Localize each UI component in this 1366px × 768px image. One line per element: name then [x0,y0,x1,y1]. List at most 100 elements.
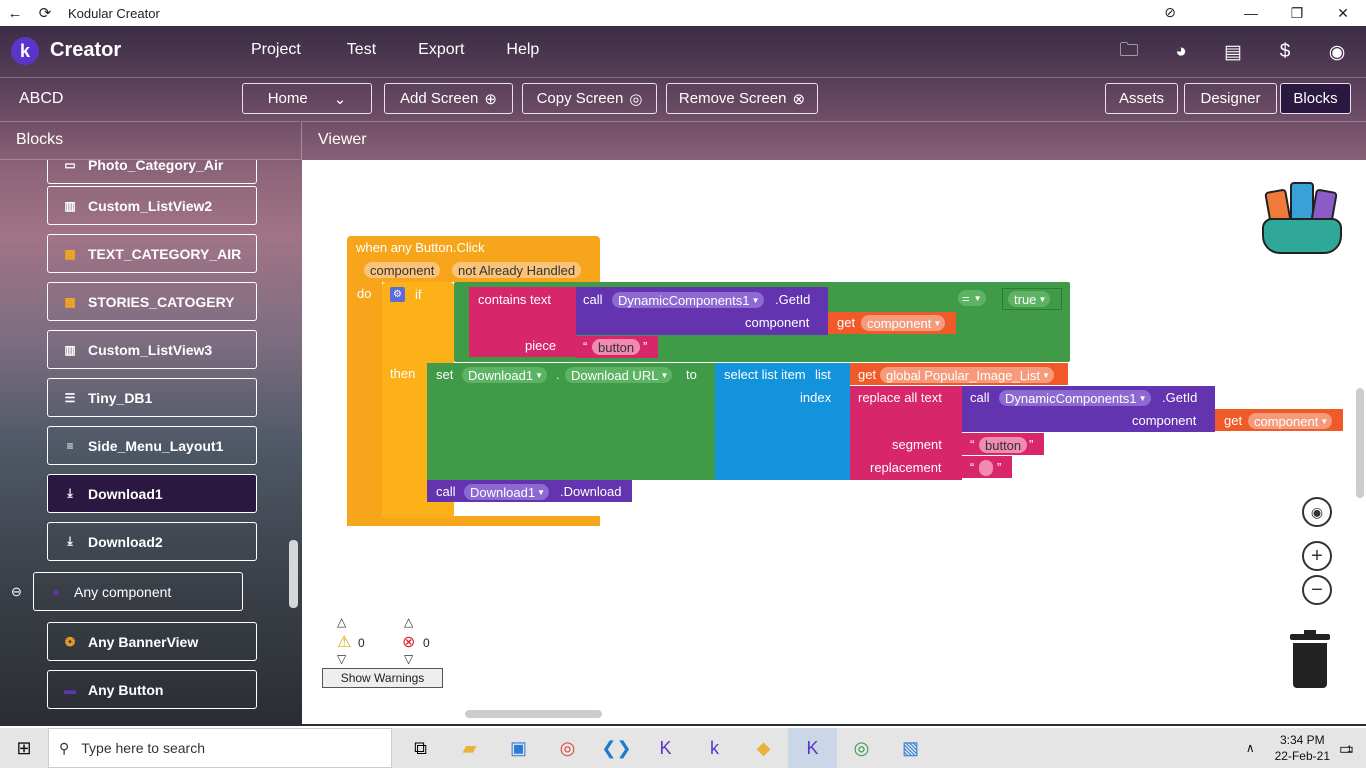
clock[interactable]: 3:34 PM 22-Feb-21 [1275,732,1330,764]
global-var-dropdown[interactable]: global Popular_Image_List ▼ [880,367,1054,383]
menu-help[interactable]: Help [506,41,539,59]
event-header: when any Button.Click [356,240,485,255]
workspace-horizontal-scrollbar[interactable] [465,710,602,718]
error-down-arrow-icon[interactable]: ▽ [404,652,413,666]
search-placeholder: Type here to search [81,740,206,756]
plus-circle-icon: ⊕ [484,90,497,108]
segment-string-value[interactable]: button [979,437,1028,453]
collapse-minus-icon[interactable]: ⊖ [11,584,22,600]
get-var-dropdown[interactable]: component ▼ [861,315,946,331]
star-folder-icon[interactable]: 🗀 [1116,39,1142,65]
account-icon[interactable]: ◉ [1324,39,1350,65]
error-up-arrow-icon[interactable]: △ [404,615,413,629]
sidebar-item-any-button[interactable]: ▬ Any Button [47,670,257,709]
contains-text-label: contains text [478,292,551,307]
warning-up-arrow-icon[interactable]: △ [337,615,346,629]
chrome-profile-icon[interactable]: ◎ [837,728,886,768]
sidebar-item-side-menu-layout1[interactable]: ≡ Side_Menu_Layout1 [47,426,257,465]
hidden-eye-icon[interactable]: ⊘ [1164,4,1176,21]
sidebar-item-photo-category[interactable]: ▭ Photo_Category_Air [47,160,257,184]
close-quote: ” [997,460,1002,475]
sidebar-item-any-component[interactable]: ● Any component [33,572,243,611]
plex-icon[interactable]: ◆ [739,728,788,768]
photos-icon[interactable]: ▧ [886,728,935,768]
get-nested-var-dropdown[interactable]: component ▼ [1248,413,1333,429]
kodular-starter-icon[interactable]: k [690,728,739,768]
close-quote: ” [643,339,648,354]
project-name: ABCD [19,90,64,107]
dropdown-arrow-icon: ▼ [660,370,669,380]
assets-button[interactable]: Assets [1105,83,1178,114]
trash-icon[interactable] [1290,630,1330,688]
remove-screen-button[interactable]: Remove Screen ⊗ [666,83,818,114]
call-download-label: call [436,484,456,499]
sidebar-item-stories-category[interactable]: ▦ STORIES_CATOGERY [47,282,257,321]
vscode-icon[interactable]: ❮❯ [592,728,641,768]
warning-down-arrow-icon[interactable]: ▽ [337,652,346,666]
sidebar-item-custom-listview2[interactable]: ▥ Custom_ListView2 [47,186,257,225]
home-screen-select[interactable]: Home ⌄ [242,83,372,114]
zoom-out-icon[interactable]: − [1302,575,1332,605]
menu-project[interactable]: Project [251,41,301,59]
replacement-string-value[interactable] [979,460,993,476]
add-screen-button[interactable]: Add Screen ⊕ [384,83,513,114]
dynamic-components-dropdown[interactable]: DynamicComponents1 ▼ [612,292,764,308]
blocks-button[interactable]: Blocks [1280,83,1351,114]
sidebar-item-custom-listview3[interactable]: ▥ Custom_ListView3 [47,330,257,369]
true-value[interactable]: true ▼ [1008,291,1051,307]
show-warnings-button[interactable]: Show Warnings [322,668,443,688]
task-view-icon[interactable]: ⧉ [396,728,445,768]
reload-icon[interactable]: ⟳ [30,0,60,26]
dynamic-components-nested-dropdown[interactable]: DynamicComponents1 ▼ [999,390,1151,406]
control-panel-icon[interactable]: ▣ [494,728,543,768]
blocks-workspace[interactable]: when any Button.Click component not Alre… [302,160,1366,724]
menu-export[interactable]: Export [418,41,464,59]
library-icon[interactable]: ▤ [1220,39,1246,65]
designer-button[interactable]: Designer [1184,83,1277,114]
set-property-dropdown[interactable]: Download URL ▼ [565,367,673,383]
event-block-side [347,280,382,525]
param-component[interactable]: component [364,262,441,278]
param-not-already-handled[interactable]: not Already Handled [452,262,582,278]
kodular-creator-icon[interactable]: K [788,728,837,768]
sidebar-item-download1[interactable]: ⤓ Download1 [47,474,257,513]
maximize-icon[interactable]: ❐ [1274,0,1320,26]
file-explorer-icon[interactable]: ▰ [445,728,494,768]
taskbar-search[interactable]: ⚲ Type here to search [48,728,392,768]
sidebar-item-any-bannerview[interactable]: ❂ Any BannerView [47,622,257,661]
sidebar-item-label: Custom_ListView3 [88,341,213,358]
sidebar-item-tiny-db1[interactable]: ☰ Tiny_DB1 [47,378,257,417]
compare-operator[interactable]: = ▼ [958,290,986,306]
center-target-icon[interactable]: ◉ [1302,497,1332,527]
add-screen-label: Add Screen [400,90,479,107]
component-icon: ● [52,584,60,599]
listview-icon: ▥ [64,342,76,357]
windows-start-icon[interactable]: ⊞ [0,728,48,768]
dollar-icon[interactable]: $ [1272,39,1298,65]
backpack-icon[interactable] [1260,178,1348,258]
string-button[interactable]: button [592,339,641,355]
sidebar-scrollbar[interactable] [289,540,298,608]
kodular-app-icon[interactable]: K [641,728,690,768]
workspace-vertical-scrollbar[interactable] [1356,388,1364,498]
gear-icon[interactable]: ⚙ [390,287,405,302]
download-component-dropdown[interactable]: Download1 ▼ [464,484,550,500]
zoom-in-icon[interactable]: + [1302,541,1332,571]
menu-test[interactable]: Test [347,41,376,59]
chevron-up-icon[interactable]: ∧ [1246,741,1255,755]
minimize-icon[interactable]: — [1228,0,1274,26]
select-list-label: select list item [724,367,806,382]
notification-count: 1 [1346,744,1352,754]
dropdown-arrow-icon: ▼ [537,487,546,497]
copy-screen-button[interactable]: Copy Screen ◎ [522,83,657,114]
set-component-dropdown[interactable]: Download1 ▼ [462,367,548,383]
sidebar-item-download2[interactable]: ⤓ Download2 [47,522,257,561]
palette-icon[interactable]: ◕ [1168,39,1194,65]
sidebar-item-text-category[interactable]: ▦ TEXT_CATEGORY_AIR [47,234,257,273]
back-arrow-icon[interactable]: ← [0,0,30,26]
chrome-icon[interactable]: ◎ [543,728,592,768]
close-icon[interactable]: ✕ [1320,0,1366,26]
set-property-text: Download URL [571,367,659,383]
getid-label: .GetId [775,292,811,307]
logo-text: Creator [50,39,122,61]
